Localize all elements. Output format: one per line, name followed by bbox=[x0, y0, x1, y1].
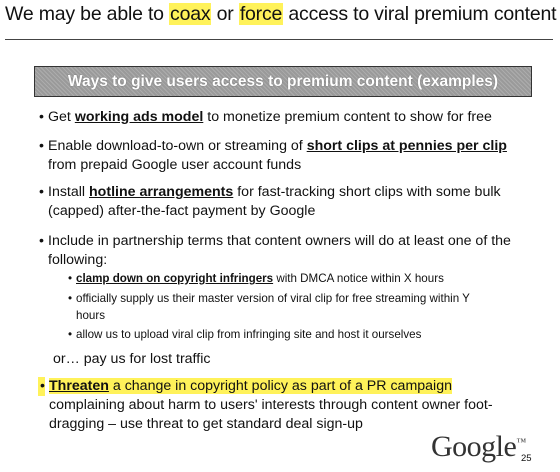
bullet-item-hotline: • Install hotline arrangements for fast-… bbox=[39, 184, 501, 219]
bullet-dot: • bbox=[39, 184, 44, 200]
or-pay-line: or… pay us for lost traffic bbox=[53, 351, 211, 367]
highlighted-word-force: force bbox=[238, 3, 284, 25]
title-text-part3: access to viral premium content bbox=[283, 3, 557, 25]
title-text-part1: We may be able to bbox=[5, 3, 170, 25]
google-logo: Google™ bbox=[431, 430, 526, 463]
bullet-dot: • bbox=[68, 292, 73, 305]
sub-bullet-clamp-down: • clamp down on copyright infringers wit… bbox=[68, 272, 444, 285]
bullet-item-short-clips: • Enable download-to-own or streaming of… bbox=[39, 138, 507, 173]
emphasis-clamp-down: clamp down on copyright infringers bbox=[76, 272, 274, 285]
bullet-dot: • bbox=[39, 109, 44, 125]
bullet-dot: • bbox=[39, 233, 44, 249]
bullet-item-ads-model: • Get working ads model to monetize prem… bbox=[39, 109, 492, 125]
page-number: 25 bbox=[521, 453, 532, 464]
emphasis-working-ads-model: working ads model bbox=[74, 109, 204, 125]
bullet-item-partnership-terms: • Include in partnership terms that cont… bbox=[39, 233, 511, 268]
bullet-dot: • bbox=[38, 377, 45, 396]
title-divider bbox=[5, 39, 553, 40]
title-text-part2: or bbox=[211, 3, 239, 25]
bullet-dot: • bbox=[39, 138, 44, 154]
threaten-highlight-row: Threaten a change in copyright policy as… bbox=[49, 378, 452, 394]
sub-bullet-upload-viral-clip: • allow us to upload viral clip from inf… bbox=[68, 328, 422, 341]
highlighted-word-coax: coax bbox=[169, 3, 212, 25]
bullet-dot: • bbox=[68, 272, 73, 285]
bullet-item-threaten: • Threaten a change in copyright policy … bbox=[38, 377, 493, 432]
emphasis-threaten: Threaten bbox=[49, 378, 109, 394]
emphasis-short-clips: short clips at pennies per clip bbox=[306, 138, 507, 154]
emphasis-hotline-arrangements: hotline arrangements bbox=[89, 184, 234, 200]
sub-bullet-master-version: • officially supply us their master vers… bbox=[68, 292, 470, 322]
bullet-dot: • bbox=[68, 328, 73, 341]
slide-title: We may be able to coax or force access t… bbox=[5, 3, 557, 26]
section-banner: Ways to give users access to premium con… bbox=[34, 66, 532, 97]
